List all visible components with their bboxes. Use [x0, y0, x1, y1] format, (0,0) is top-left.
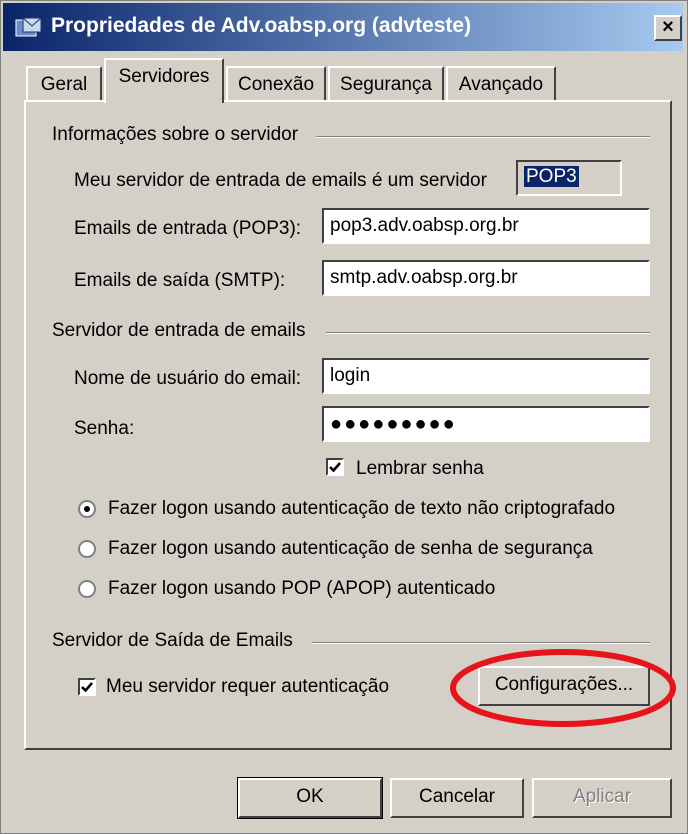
radio-selected-dot	[84, 506, 90, 512]
auth-plaintext-label: Fazer logon usando autenticação de texto…	[108, 498, 616, 519]
outgoing-server-input[interactable]: smtp.adv.oabsp.org.br	[322, 260, 650, 296]
ok-button-label: OK	[296, 786, 324, 807]
group-divider	[312, 642, 650, 644]
apply-button[interactable]: Aplicar	[532, 778, 672, 818]
tab-conexao[interactable]: Conexão	[226, 66, 326, 100]
tab-label: Servidores	[118, 66, 210, 87]
group-divider	[316, 136, 650, 138]
remember-password-label: Lembrar senha	[356, 458, 484, 479]
outgoing-server-label: Emails de saída (SMTP):	[74, 270, 286, 291]
cancel-button-label: Cancelar	[418, 786, 496, 807]
tab-label: Conexão	[237, 74, 315, 95]
auth-apop-label: Fazer logon usando POP (APOP) autenticad…	[108, 578, 496, 599]
incoming-type-value: POP3	[524, 166, 579, 187]
remember-password-checkbox[interactable]	[326, 458, 344, 476]
username-label: Nome de usuário do email:	[74, 368, 302, 389]
tab-servidores[interactable]: Servidores	[104, 58, 224, 103]
auth-spa-radio[interactable]	[78, 540, 96, 558]
title-bar[interactable]: Propriedades de Adv.oabsp.org (advteste)…	[3, 3, 683, 51]
tab-label: Avançado	[458, 74, 544, 95]
tab-label: Segurança	[340, 74, 432, 95]
username-input[interactable]: login	[322, 358, 650, 394]
ok-button[interactable]: OK	[237, 777, 383, 819]
check-icon	[81, 682, 93, 693]
close-icon: ×	[662, 16, 674, 38]
auth-plaintext-radio[interactable]	[78, 500, 96, 518]
incoming-type-label: Meu servidor de entrada de emails é um s…	[74, 170, 487, 191]
password-input[interactable]: ●●●●●●●●●	[322, 406, 650, 442]
tab-avancado[interactable]: Avançado	[446, 66, 556, 100]
incoming-server-input[interactable]: pop3.adv.oabsp.org.br	[322, 208, 650, 244]
outlook-express-icon	[15, 17, 42, 37]
requires-auth-checkbox[interactable]	[78, 678, 96, 696]
incoming-server-label: Emails de entrada (POP3):	[74, 218, 302, 239]
close-button[interactable]: ×	[654, 15, 682, 41]
auth-apop-radio[interactable]	[78, 580, 96, 598]
tab-label: Geral	[40, 74, 88, 95]
incoming-server-heading: Servidor de entrada de emails	[52, 320, 306, 341]
window-title: Propriedades de Adv.oabsp.org (advteste)	[51, 14, 472, 37]
outgoing-server-heading: Servidor de Saída de Emails	[52, 630, 293, 651]
tab-seguranca[interactable]: Segurança	[328, 66, 444, 100]
tab-geral[interactable]: Geral	[26, 66, 102, 100]
server-info-heading: Informações sobre o servidor	[52, 124, 299, 145]
requires-auth-label: Meu servidor requer autenticação	[106, 676, 390, 697]
incoming-type-field: POP3	[516, 160, 622, 196]
highlight-ellipse	[450, 649, 676, 727]
auth-spa-label: Fazer logon usando autenticação de senha…	[108, 538, 593, 559]
group-divider	[326, 332, 650, 334]
check-icon	[329, 462, 341, 473]
password-label: Senha:	[74, 418, 135, 439]
cancel-button[interactable]: Cancelar	[390, 778, 524, 818]
apply-button-label: Aplicar	[572, 786, 632, 807]
